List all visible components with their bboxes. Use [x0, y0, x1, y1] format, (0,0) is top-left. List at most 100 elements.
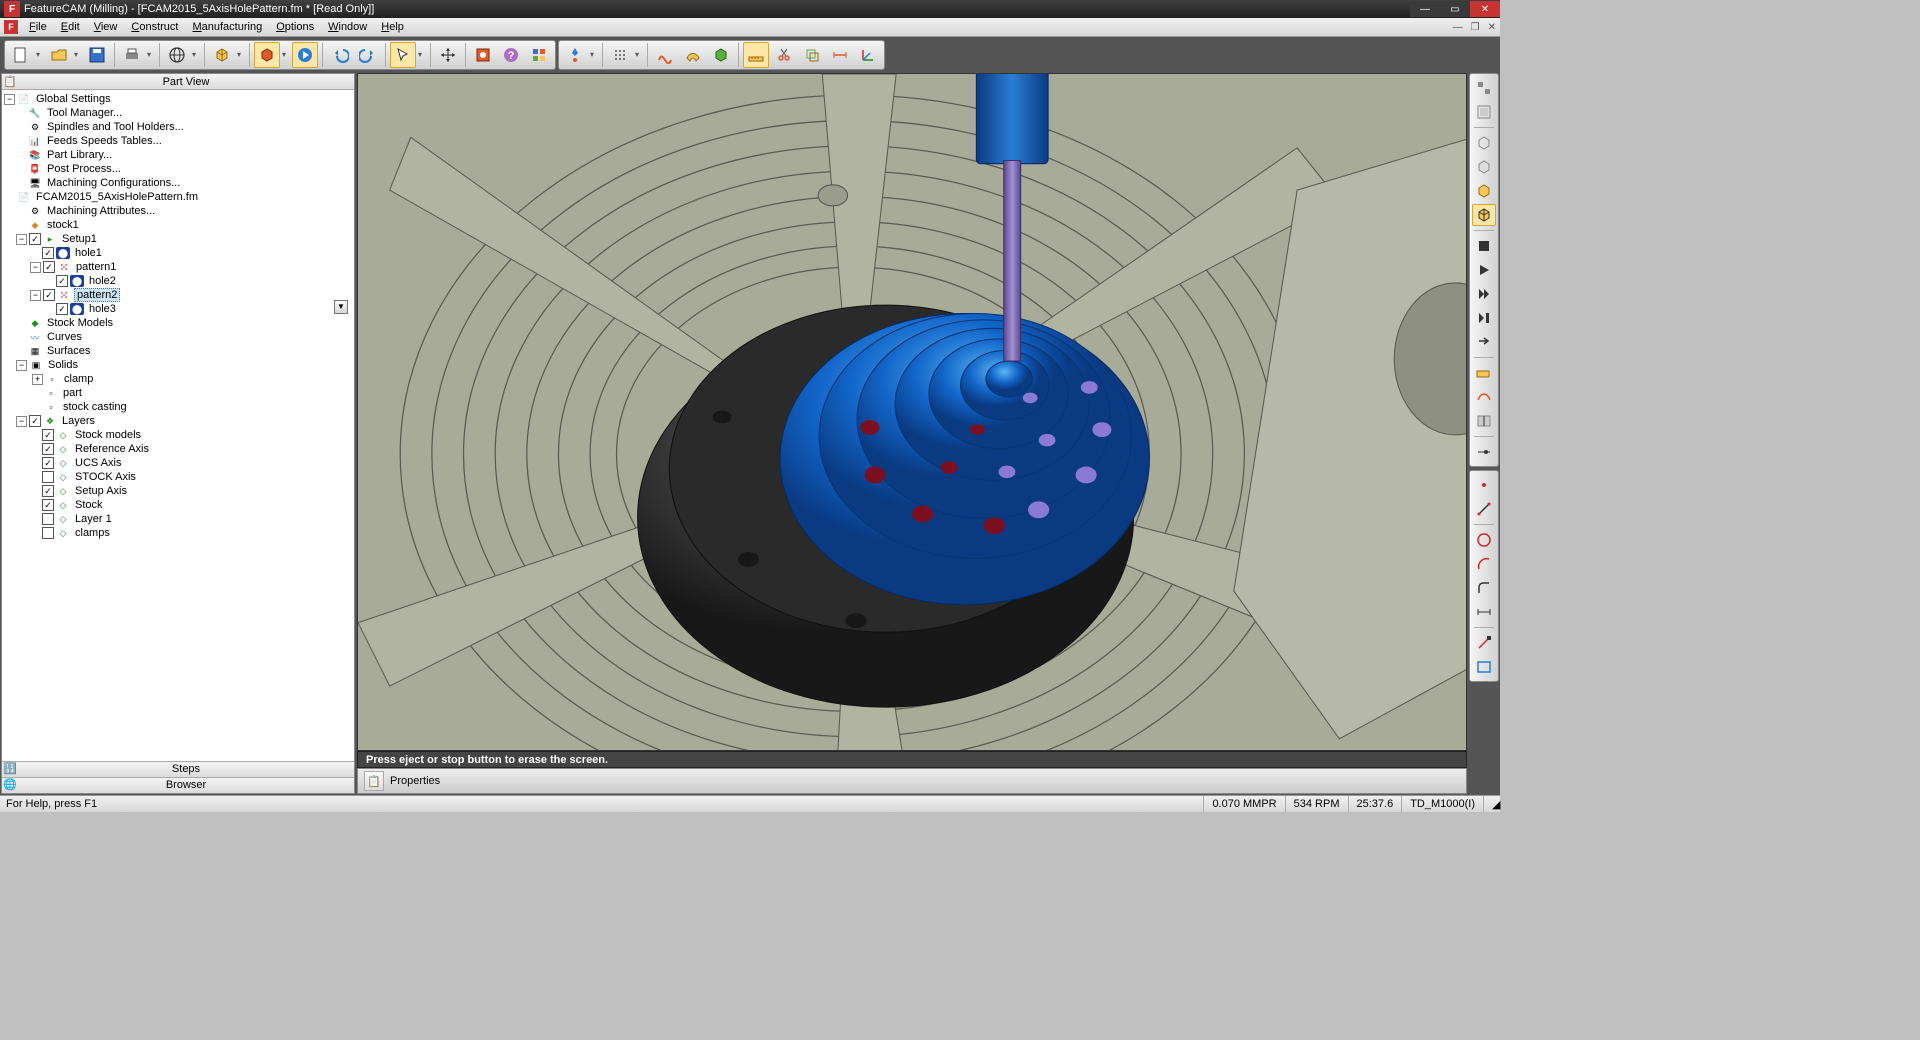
sim-clip-button[interactable] — [1472, 410, 1496, 432]
measure-button[interactable] — [743, 42, 769, 68]
tree-machattr[interactable]: Machining Attributes... — [45, 205, 157, 217]
checkbox[interactable]: ✓ — [43, 261, 55, 273]
tree-hole2[interactable]: hole2 — [87, 275, 118, 287]
globe-button[interactable] — [164, 42, 190, 68]
tree-solids[interactable]: Solids — [46, 359, 80, 371]
sim-erase-button[interactable] — [1472, 362, 1496, 384]
view-wireframe-button[interactable] — [1472, 132, 1496, 154]
ucs-button[interactable] — [855, 42, 881, 68]
tree-item[interactable]: Post Process... — [45, 163, 123, 175]
cube-button[interactable] — [209, 42, 235, 68]
mdi-close-button[interactable]: ✕ — [1484, 22, 1500, 33]
tree-layer-item[interactable]: Setup Axis — [73, 485, 129, 497]
sim-region-button[interactable] — [1472, 386, 1496, 408]
menu-view[interactable]: View — [87, 19, 125, 35]
surface-button[interactable] — [680, 42, 706, 68]
checkbox[interactable]: ✓ — [56, 303, 68, 315]
checkbox[interactable]: ✓ — [42, 457, 54, 469]
properties-label[interactable]: Properties — [390, 775, 440, 787]
tree-item[interactable]: Part Library... — [45, 149, 114, 161]
solid-button[interactable] — [708, 42, 734, 68]
checkbox[interactable]: ✓ — [42, 485, 54, 497]
mdi-restore-button[interactable]: ❐ — [1467, 22, 1484, 33]
viewport-3d[interactable]: TOOLBOX◄ RESULTS◄ — [357, 73, 1467, 751]
sim-step-button[interactable] — [1472, 331, 1496, 353]
tree-item[interactable]: Spindles and Tool Holders... — [45, 121, 186, 133]
checkbox[interactable]: ✓ — [42, 443, 54, 455]
tree-layer-item[interactable]: Reference Axis — [73, 443, 151, 455]
tree-stock1[interactable]: stock1 — [45, 219, 81, 231]
snap-grid-button[interactable] — [607, 42, 633, 68]
tree-global[interactable]: Global Settings — [34, 93, 113, 105]
expand-icon[interactable]: − — [16, 360, 27, 371]
menu-manufacturing[interactable]: Manufacturing — [185, 19, 269, 35]
checkbox[interactable] — [42, 527, 54, 539]
tree-layer-item[interactable]: STOCK Axis — [73, 471, 138, 483]
expand-icon[interactable]: − — [16, 416, 27, 427]
tree-file[interactable]: FCAM2015_5AxisHolePattern.fm — [34, 191, 200, 203]
stock-button[interactable] — [254, 42, 280, 68]
save-button[interactable] — [84, 42, 110, 68]
expand-icon[interactable]: − — [30, 262, 41, 273]
dimension-button[interactable] — [827, 42, 853, 68]
steps-tab[interactable]: 🔢Steps — [2, 761, 354, 777]
tree-layer-item[interactable]: UCS Axis — [73, 457, 123, 469]
view-front-button[interactable] — [1472, 101, 1496, 123]
expand-icon[interactable]: − — [4, 94, 15, 105]
transform-button[interactable] — [435, 42, 461, 68]
minimize-button[interactable]: — — [1410, 1, 1440, 17]
new-button[interactable] — [8, 42, 34, 68]
geom-rect-button[interactable] — [1472, 656, 1496, 678]
checkbox[interactable]: ✓ — [42, 247, 54, 259]
expand-icon[interactable]: − — [16, 234, 27, 245]
expand-icon[interactable]: + — [32, 374, 43, 385]
open-button[interactable] — [46, 42, 72, 68]
view-shaded-edges-button[interactable] — [1472, 204, 1496, 226]
sim-stop-button[interactable] — [1472, 235, 1496, 257]
tree-solid[interactable]: clamp — [62, 373, 95, 385]
menu-options[interactable]: Options — [269, 19, 321, 35]
menu-help[interactable]: Help — [374, 19, 411, 35]
view-hidden-button[interactable] — [1472, 156, 1496, 178]
geom-fillet-button[interactable] — [1472, 577, 1496, 599]
tree-dropdown-button[interactable]: ▼ — [334, 300, 348, 314]
tree-pattern2[interactable]: pattern2 — [74, 288, 120, 302]
curve-button[interactable] — [652, 42, 678, 68]
checkbox[interactable]: ✓ — [29, 415, 41, 427]
simulate-button[interactable] — [292, 42, 318, 68]
geom-circle-button[interactable] — [1472, 529, 1496, 551]
tree-curves[interactable]: Curves — [45, 331, 84, 343]
tree-hole1[interactable]: hole1 — [73, 247, 104, 259]
sim-fast-button[interactable] — [1472, 283, 1496, 305]
undo-button[interactable] — [327, 42, 353, 68]
checkbox[interactable]: ✓ — [29, 233, 41, 245]
print-button[interactable] — [119, 42, 145, 68]
tree-layer-item[interactable]: Stock — [73, 499, 105, 511]
tree-layer-item[interactable]: Stock models — [73, 429, 143, 441]
tree-item[interactable]: Machining Configurations... — [45, 177, 182, 189]
sim-end-button[interactable] — [1472, 307, 1496, 329]
resize-grip[interactable]: ◢ — [1483, 796, 1500, 812]
menu-edit[interactable]: Edit — [54, 19, 87, 35]
checkbox[interactable] — [42, 513, 54, 525]
redo-button[interactable] — [355, 42, 381, 68]
checkbox[interactable] — [42, 471, 54, 483]
app-menu-icon[interactable]: F — [4, 20, 18, 34]
menu-window[interactable]: Window — [321, 19, 374, 35]
tree-hole3[interactable]: hole3 — [87, 303, 118, 315]
menu-file[interactable]: File — [22, 19, 54, 35]
partview-icon[interactable]: 📋 — [2, 75, 18, 88]
help-button[interactable]: ? — [498, 42, 524, 68]
tree-stockmodels[interactable]: Stock Models — [45, 317, 115, 329]
tree[interactable]: −📄Global Settings 🔧Tool Manager... ⚙Spin… — [2, 90, 354, 761]
view-top-button[interactable] — [1472, 77, 1496, 99]
tree-layer-item[interactable]: Layer 1 — [73, 513, 114, 525]
mdi-minimize-button[interactable]: — — [1449, 22, 1467, 33]
tree-item[interactable]: Tool Manager... — [45, 107, 124, 119]
tree-solid[interactable]: part — [61, 387, 84, 399]
tree-item[interactable]: Feeds Speeds Tables... — [45, 135, 164, 147]
checkbox[interactable]: ✓ — [43, 289, 55, 301]
expand-icon[interactable]: − — [30, 290, 41, 301]
view-shaded-button[interactable] — [1472, 180, 1496, 202]
tree-setup1[interactable]: Setup1 — [60, 233, 99, 245]
